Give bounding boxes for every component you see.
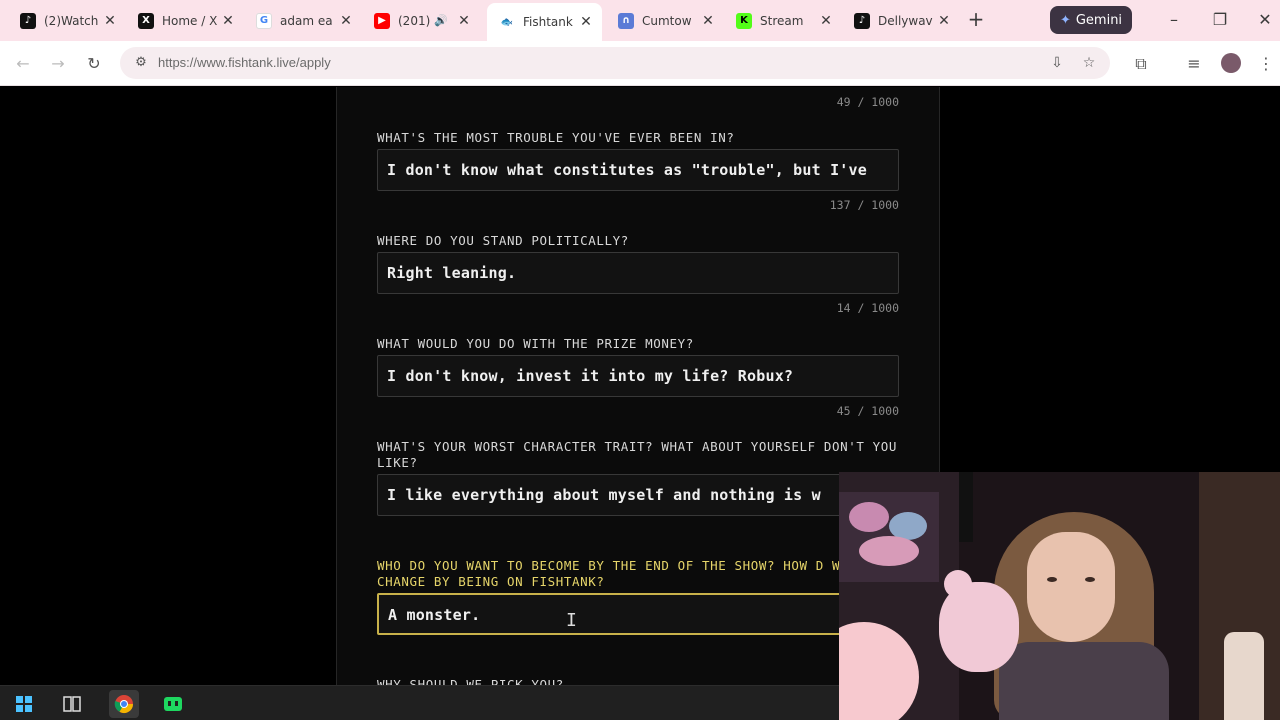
question-label: WHERE DO YOU STAND POLITICALLY? xyxy=(377,233,629,248)
task-view-icon[interactable] xyxy=(57,690,87,718)
gemini-button[interactable]: ✦ Gemini xyxy=(1050,6,1132,34)
install-app-icon[interactable]: ⇩ xyxy=(1048,54,1066,72)
tab-title: Dellywav xyxy=(878,13,933,28)
tab-cumtown[interactable]: ∩ Cumtow ✕ xyxy=(606,4,724,37)
answer-text: I like everything about myself and nothi… xyxy=(387,486,821,504)
address-bar[interactable]: ⚙ https://www.fishtank.live/apply ⇩ ☆ xyxy=(120,47,1110,79)
gemini-sparkle-icon: ✦ xyxy=(1059,12,1071,28)
kick-icon: K xyxy=(736,12,752,29)
youtube-icon: ▶ xyxy=(374,12,390,29)
extensions-icon[interactable]: ⧉ xyxy=(1130,53,1152,75)
tab-title: Stream xyxy=(760,13,804,28)
chrome-taskbar-icon[interactable] xyxy=(109,690,139,718)
close-window-icon[interactable]: ✕ xyxy=(1255,10,1275,29)
held-plush-toy xyxy=(939,582,1019,672)
streaming-app-icon[interactable] xyxy=(158,690,188,718)
close-tab-icon[interactable]: ✕ xyxy=(456,13,472,29)
reload-icon[interactable]: ↻ xyxy=(83,53,105,75)
answer-text: I don't know, invest it into my life? Ro… xyxy=(387,367,794,385)
browser-toolbar: ← → ↻ ⚙ https://www.fishtank.live/apply … xyxy=(0,41,1280,86)
microphone-arm xyxy=(959,472,973,542)
streamer-shirt xyxy=(999,642,1169,720)
windows-taskbar xyxy=(0,685,839,720)
windows-logo-icon xyxy=(16,696,32,712)
forward-arrow-icon[interactable]: → xyxy=(47,53,69,75)
question-label: WHAT WOULD YOU DO WITH THE PRIZE MONEY? xyxy=(377,336,694,351)
close-tab-icon[interactable]: ✕ xyxy=(338,13,354,29)
google-icon: G xyxy=(256,12,272,29)
tab-title: Fishtank xyxy=(523,15,573,29)
char-count: 137 / 1000 xyxy=(829,198,899,212)
bookmark-star-icon[interactable]: ☆ xyxy=(1080,54,1098,72)
x-logo-icon: X xyxy=(138,12,154,29)
new-tab-button[interactable]: + xyxy=(965,8,987,30)
site-info-icon[interactable]: ⚙ xyxy=(132,54,150,72)
streamer-eye xyxy=(1085,577,1095,582)
answer-input-trouble[interactable]: I don't know what constitutes as "troubl… xyxy=(377,149,899,191)
answer-input-become[interactable]: A monster. xyxy=(377,593,899,635)
char-count: 49 / 1000 xyxy=(836,95,899,109)
close-tab-icon[interactable]: ✕ xyxy=(578,14,594,30)
tab-kick-stream[interactable]: K Stream ✕ xyxy=(724,4,842,37)
answer-text: A monster. xyxy=(388,606,481,624)
close-tab-icon[interactable]: ✕ xyxy=(700,13,716,29)
close-tab-icon[interactable]: ✕ xyxy=(220,13,236,29)
plush-toy xyxy=(859,536,919,566)
close-tab-icon[interactable]: ✕ xyxy=(936,13,952,29)
answer-input-politics[interactable]: Right leaning. xyxy=(377,252,899,294)
tab-tiktok-dellywav[interactable]: ♪ Dellywav ✕ xyxy=(842,4,960,37)
answer-input-worst-trait[interactable]: I like everything about myself and nothi… xyxy=(377,474,899,516)
tab-x-home[interactable]: X Home / X ✕ xyxy=(126,4,244,37)
restore-icon[interactable]: ❐ xyxy=(1210,10,1230,29)
media-controls-icon[interactable]: ≡ xyxy=(1183,53,1205,75)
tab-strip: ♪ (2)Watch ✕ X Home / X ✕ G adam ea ✕ ▶ … xyxy=(0,0,1280,41)
tab-fishtank[interactable]: 🐟 Fishtank ✕ xyxy=(487,3,602,41)
text-cursor-icon: I xyxy=(566,610,577,631)
tab-title: Home / X xyxy=(162,13,218,28)
tab-title: (201) xyxy=(398,13,431,28)
tab-title: adam ea xyxy=(280,13,333,28)
answer-text: I don't know what constitutes as "troubl… xyxy=(387,161,867,179)
question-label: WHAT'S THE MOST TROUBLE YOU'VE EVER BEEN… xyxy=(377,130,735,145)
close-tab-icon[interactable]: ✕ xyxy=(102,13,118,29)
tab-google-search[interactable]: G adam ea ✕ xyxy=(244,4,362,37)
menu-kebab-icon[interactable]: ⋮ xyxy=(1255,53,1277,75)
close-tab-icon[interactable]: ✕ xyxy=(818,13,834,29)
tab-title: Cumtow xyxy=(642,13,692,28)
streamer-eye xyxy=(1047,577,1057,582)
question-label: WHAT'S YOUR WORST CHARACTER TRAIT? WHAT … xyxy=(377,439,898,470)
cumtown-icon: ∩ xyxy=(618,12,634,29)
tiktok-icon: ♪ xyxy=(854,12,870,29)
char-count: 45 / 1000 xyxy=(836,404,899,418)
tab-youtube[interactable]: ▶ (201) 🔊 ✕ xyxy=(362,4,480,37)
char-count: 14 / 1000 xyxy=(836,301,899,315)
plush-toy xyxy=(849,502,889,532)
answer-text: Right leaning. xyxy=(387,264,517,282)
webcam-overlay xyxy=(839,472,1280,720)
url-text[interactable]: https://www.fishtank.live/apply xyxy=(158,55,331,70)
answer-input-prize-money[interactable]: I don't know, invest it into my life? Ro… xyxy=(377,355,899,397)
gemini-label: Gemini xyxy=(1075,12,1123,28)
back-arrow-icon[interactable]: ← xyxy=(12,53,34,75)
start-button[interactable] xyxy=(9,690,39,718)
tab-tiktok-watch[interactable]: ♪ (2)Watch ✕ xyxy=(8,4,126,37)
tab-title: (2)Watch xyxy=(44,13,99,28)
streamer-face xyxy=(1027,532,1115,642)
minimize-icon[interactable]: – xyxy=(1164,10,1184,29)
bottle xyxy=(1224,632,1264,720)
profile-avatar[interactable] xyxy=(1221,53,1241,73)
speaker-icon[interactable]: 🔊 xyxy=(434,14,448,27)
tiktok-icon: ♪ xyxy=(20,12,36,29)
question-label: WHY SHOULD WE PICK YOU? xyxy=(377,677,564,685)
question-label-active: WHO DO YOU WANT TO BECOME BY THE END OF … xyxy=(377,558,889,589)
fishtank-icon: 🐟 xyxy=(499,14,515,30)
